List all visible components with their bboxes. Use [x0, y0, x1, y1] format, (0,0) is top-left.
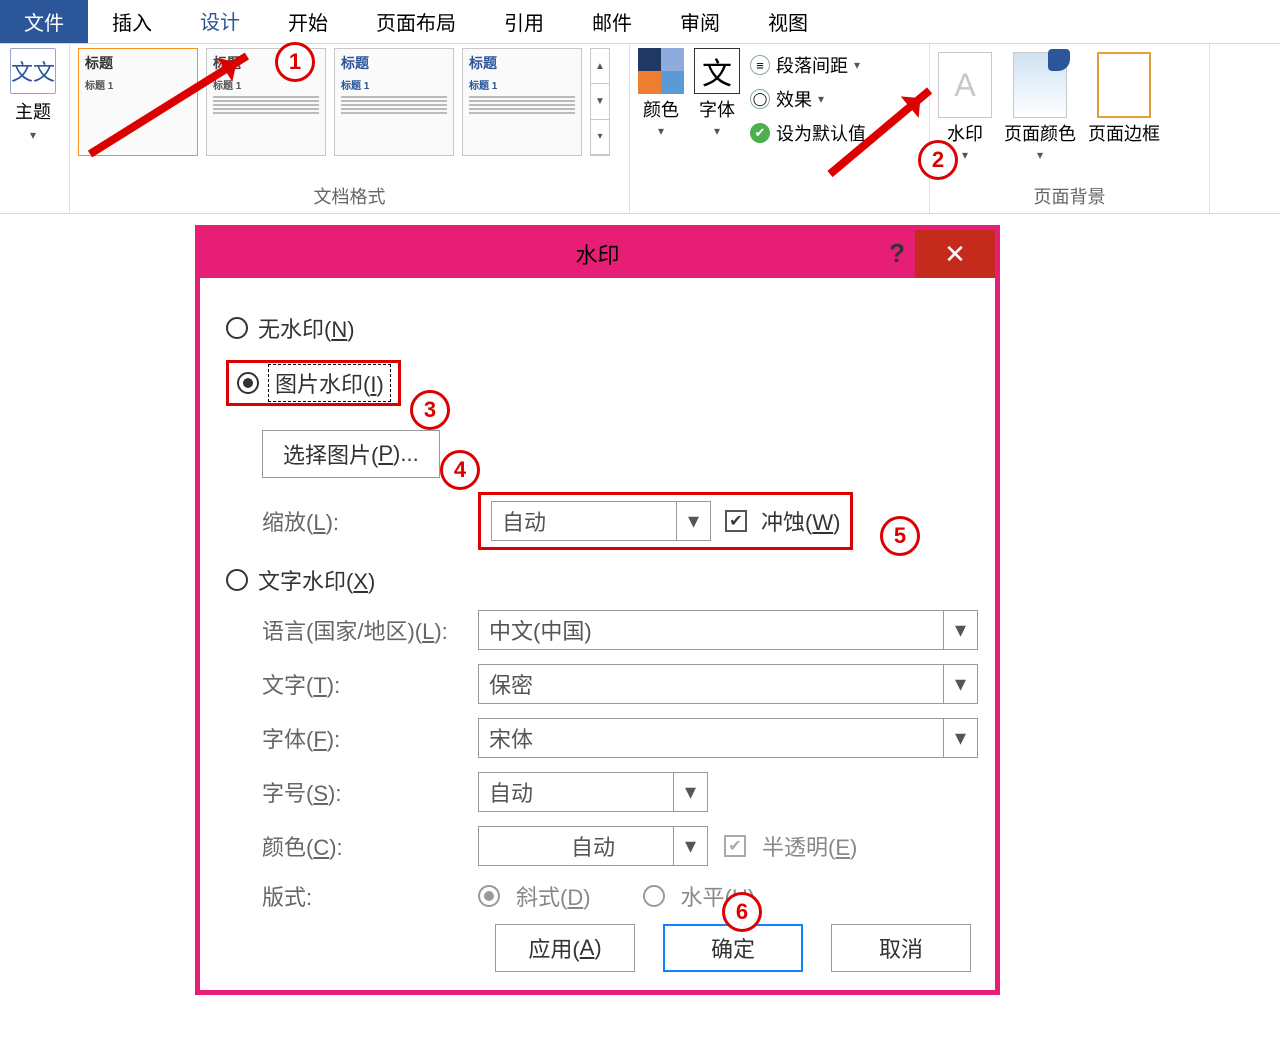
radio-no-watermark[interactable]: 无水印(N) — [226, 312, 979, 344]
scale-select[interactable]: 自动 ▾ — [491, 501, 711, 541]
radio-horizontal[interactable] — [643, 885, 665, 907]
style-gallery[interactable]: 标题 标题 1 标题 标题 1 标题 标题 1 标题 标题 1 ▲ ▼ ▾ — [78, 48, 621, 156]
scroll-up-icon[interactable]: ▲ — [591, 49, 609, 84]
annotation-circle-3: 3 — [410, 390, 450, 430]
colors-icon — [638, 48, 684, 94]
size-label: 字号(S): — [262, 776, 462, 808]
lang-label: 语言(国家/地区)(L): — [262, 614, 462, 646]
annotation-circle-5: 5 — [880, 516, 920, 556]
themes-icon: 文文 — [10, 48, 56, 94]
style-thumb-3[interactable]: 标题 标题 1 — [334, 48, 454, 156]
chevron-down-icon: ▾ — [30, 128, 36, 142]
scale-row: 缩放(L): 自动 ▾ 冲蚀(W) — [262, 492, 979, 550]
radio-text-watermark[interactable]: 文字水印(X) — [226, 564, 979, 596]
themes-button[interactable]: 文文 主题 ▾ — [8, 48, 58, 142]
themes-label: 主题 — [15, 98, 51, 124]
tab-file[interactable]: 文件 — [0, 0, 88, 43]
scale-label: 缩放(L): — [262, 505, 462, 537]
annotation-circle-4: 4 — [440, 450, 480, 490]
chevron-down-icon: ▾ — [943, 611, 977, 649]
fonts-button[interactable]: 文 字体▾ — [694, 48, 740, 146]
watermark-dialog: 水印 ? ✕ 无水印(N) 图片水印(I) 选择图片(P)... 缩放(L): … — [195, 225, 1000, 995]
doc-format-label: 文档格式 — [78, 183, 621, 213]
text-select[interactable]: 保密 ▾ — [478, 664, 978, 704]
tab-mail[interactable]: 邮件 — [568, 0, 656, 43]
spacing-icon: ≡ — [750, 55, 770, 75]
group-themes: 文文 主题 ▾ — [0, 44, 70, 213]
scroll-down-icon[interactable]: ▼ — [591, 84, 609, 119]
apply-button[interactable]: 应用(A) — [495, 924, 635, 972]
size-select[interactable]: 自动 ▾ — [478, 772, 708, 812]
chevron-down-icon: ▾ — [943, 719, 977, 757]
annotation-circle-1: 1 — [275, 42, 315, 82]
lang-select[interactable]: 中文(中国) ▾ — [478, 610, 978, 650]
select-picture-button[interactable]: 选择图片(P)... — [262, 430, 440, 478]
radio-picture-watermark[interactable]: 图片水印(I) — [226, 360, 401, 406]
washout-label: 冲蚀(W) — [761, 505, 840, 537]
ribbon-content: 文文 主题 ▾ 标题 标题 1 标题 标题 1 标题 标题 1 标题 — [0, 44, 1280, 214]
dialog-titlebar: 水印 ? ✕ — [200, 230, 995, 278]
radio-icon — [237, 372, 259, 394]
tab-review[interactable]: 审阅 — [656, 0, 744, 43]
washout-checkbox[interactable] — [725, 510, 747, 532]
colors-button[interactable]: 颜色▾ — [638, 48, 684, 146]
radio-diagonal[interactable] — [478, 885, 500, 907]
chevron-down-icon: ▾ — [658, 124, 664, 138]
semi-checkbox[interactable] — [724, 835, 746, 857]
close-button[interactable]: ✕ — [915, 230, 995, 278]
check-icon: ✔ — [750, 123, 770, 143]
chevron-down-icon: ▾ — [673, 827, 707, 865]
layout-label: 版式: — [262, 880, 462, 912]
chevron-down-icon: ▾ — [1037, 148, 1043, 162]
chevron-down-icon: ▾ — [962, 148, 968, 162]
ok-button[interactable]: 确定 — [663, 924, 803, 972]
radio-icon — [226, 569, 248, 591]
font-label: 字体(F): — [262, 722, 462, 754]
page-bg-label: 页面背景 — [938, 183, 1201, 213]
annotation-circle-6: 6 — [722, 892, 762, 932]
tab-reference[interactable]: 引用 — [480, 0, 568, 43]
paragraph-spacing-button[interactable]: ≡段落间距 ▾ — [750, 52, 866, 78]
fonts-icon: 文 — [694, 48, 740, 94]
effects-button[interactable]: ◯效果 ▾ — [750, 86, 866, 112]
page-border-icon — [1097, 52, 1151, 118]
chevron-down-icon: ▾ — [943, 665, 977, 703]
scroll-more-icon[interactable]: ▾ — [591, 120, 609, 155]
text-label: 文字(T): — [262, 668, 462, 700]
color-select[interactable]: 自动 ▾ — [478, 826, 708, 866]
font-select[interactable]: 宋体 ▾ — [478, 718, 978, 758]
chevron-down-icon: ▾ — [676, 502, 710, 540]
page-color-button[interactable]: 页面颜色▾ — [1004, 52, 1076, 162]
group-page-background: A 水印▾ 页面颜色▾ 页面边框 页面背景 — [930, 44, 1210, 213]
effects-icon: ◯ — [750, 89, 770, 109]
tab-layout[interactable]: 页面布局 — [352, 0, 480, 43]
help-button[interactable]: ? — [889, 238, 905, 269]
tab-insert[interactable]: 插入 — [88, 0, 176, 43]
dialog-title: 水印 — [575, 238, 619, 270]
style-thumb-4[interactable]: 标题 标题 1 — [462, 48, 582, 156]
annotation-circle-2: 2 — [918, 140, 958, 180]
chevron-down-icon: ▾ — [714, 124, 720, 138]
tab-view[interactable]: 视图 — [744, 0, 832, 43]
tab-start[interactable]: 开始 — [264, 0, 352, 43]
set-default-button[interactable]: ✔设为默认值 — [750, 120, 866, 146]
watermark-icon: A — [938, 52, 992, 118]
radio-icon — [226, 317, 248, 339]
color-label: 颜色(C): — [262, 830, 462, 862]
chevron-down-icon: ▾ — [854, 58, 860, 72]
tab-design[interactable]: 设计 — [176, 0, 264, 43]
semi-label: 半透明(E) — [762, 830, 857, 862]
ribbon-tabs: 文件 插入 设计 开始 页面布局 引用 邮件 审阅 视图 — [0, 0, 1280, 44]
chevron-down-icon: ▾ — [818, 92, 824, 106]
group-doc-format: 标题 标题 1 标题 标题 1 标题 标题 1 标题 标题 1 ▲ ▼ ▾ — [70, 44, 630, 213]
chevron-down-icon: ▾ — [673, 773, 707, 811]
cancel-button[interactable]: 取消 — [831, 924, 971, 972]
page-border-button[interactable]: 页面边框 — [1088, 52, 1160, 162]
style-gallery-scroll[interactable]: ▲ ▼ ▾ — [590, 48, 610, 156]
page-color-icon — [1013, 52, 1067, 118]
